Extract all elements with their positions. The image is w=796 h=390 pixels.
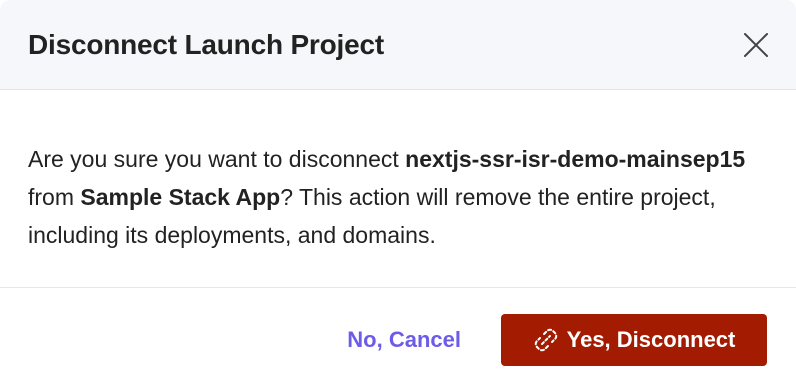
disconnect-button[interactable]: Yes, Disconnect <box>501 314 767 366</box>
project-name: nextjs-ssr-isr-demo-mainsep15 <box>405 146 746 172</box>
dialog-body: Are you sure you want to disconnect next… <box>0 90 796 288</box>
unlink-icon <box>533 327 559 353</box>
app-name: Sample Stack App <box>80 184 281 210</box>
dialog-footer: No, Cancel Yes, Disconnect <box>0 288 796 388</box>
close-button[interactable] <box>736 25 776 65</box>
disconnect-button-label: Yes, Disconnect <box>566 327 736 352</box>
message-middle: from <box>28 184 81 210</box>
close-icon <box>744 32 768 57</box>
confirmation-message: Are you sure you want to disconnect next… <box>28 140 768 254</box>
dialog-header: Disconnect Launch Project <box>0 0 796 90</box>
disconnect-dialog: Disconnect Launch Project Are you sure y… <box>0 0 796 390</box>
dialog-title: Disconnect Launch Project <box>28 28 384 60</box>
message-prefix: Are you sure you want to disconnect <box>28 146 406 172</box>
cancel-button[interactable]: No, Cancel <box>331 314 477 366</box>
